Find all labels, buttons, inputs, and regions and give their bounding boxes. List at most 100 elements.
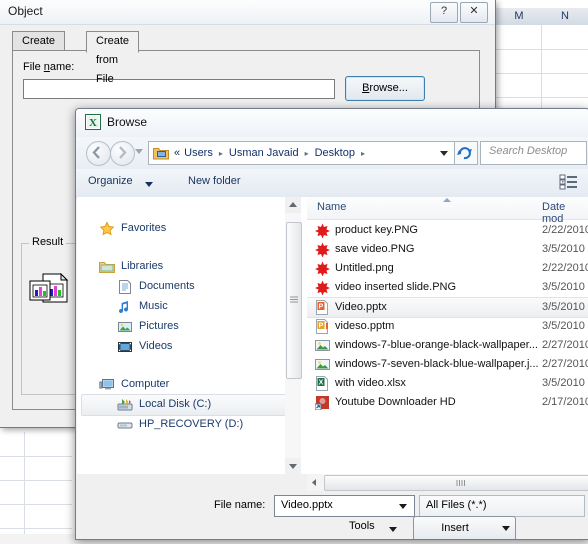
pictures-icon (117, 319, 133, 335)
tools-button[interactable]: Tools (349, 520, 375, 532)
column-header-name[interactable]: Name (317, 201, 346, 213)
pptm-icon: P (315, 319, 330, 334)
sort-ascending-icon (443, 198, 451, 202)
insert-dropdown-button[interactable] (495, 516, 516, 539)
file-name: windows-7-blue-orange-black-wallpaper... (335, 339, 538, 351)
help-button[interactable]: ? (430, 2, 458, 23)
table-row[interactable]: Untitled.png 2/22/2010 (307, 259, 588, 278)
chevron-down-icon[interactable] (145, 182, 153, 187)
file-date: 3/5/2010 (542, 377, 585, 389)
sidebar-item-label: Libraries (121, 260, 164, 272)
refresh-icon[interactable] (455, 141, 478, 165)
file-name: Youtube Downloader HD (335, 396, 456, 408)
excel-gridline (0, 456, 72, 457)
address-breadcrumb-bar[interactable]: « Users ▸ Usman Javaid ▸ Desktop ▸ (148, 141, 455, 165)
search-placeholder: Search Desktop (489, 145, 568, 157)
browse-dialog-titlebar[interactable]: X Browse (76, 109, 588, 137)
video-icon (117, 339, 133, 355)
browse-button[interactable]: Browse... (345, 76, 425, 101)
chevron-down-icon[interactable] (440, 150, 448, 156)
table-row[interactable]: X with video.xlsx 3/5/2010 (307, 374, 588, 393)
image-icon (315, 338, 330, 353)
horizontal-scrollbar-thumb[interactable] (324, 475, 588, 491)
excel-column-header-n[interactable]: N (542, 8, 588, 26)
object-dialog-title: Object (8, 4, 43, 18)
breadcrumb-separator[interactable]: ▸ (357, 149, 369, 158)
close-button[interactable]: ✕ (460, 2, 488, 23)
breadcrumb-users[interactable]: Users (182, 147, 215, 159)
excel-column-header-m[interactable]: M (496, 8, 543, 26)
png-icon (315, 261, 330, 277)
object-dialog-titlebar[interactable]: Object ? ✕ (0, 0, 495, 25)
forward-button[interactable] (110, 141, 135, 166)
chevron-down-icon (502, 526, 510, 531)
drive-icon (117, 417, 133, 433)
insert-button[interactable]: Insert (413, 516, 497, 539)
table-row[interactable]: product key.PNG 2/22/2010 (307, 221, 588, 240)
breadcrumb-usman-javaid[interactable]: Usman Javaid (227, 147, 301, 159)
excel-gridline (496, 97, 588, 98)
file-name: save video.PNG (335, 243, 415, 255)
table-row[interactable]: Youtube Downloader HD 2/17/2010 (307, 393, 588, 412)
sidebar-item-label: Local Disk (C:) (139, 398, 212, 410)
svg-text:X: X (89, 117, 97, 129)
xlsx-icon: X (315, 376, 330, 391)
harddisk-icon (117, 397, 133, 413)
excel-gridline (0, 528, 72, 529)
details-view-icon[interactable] (559, 174, 579, 190)
nav-scrollbar-thumb[interactable] (286, 222, 302, 379)
nav-pane-scrollbar[interactable] (285, 197, 302, 474)
browse-dialog: X Browse « Users ▸ Usman Javaid ▸ Deskto… (75, 108, 588, 540)
music-icon (117, 299, 133, 315)
browse-command-bar: Organize New folder (76, 169, 588, 198)
breadcrumb-separator[interactable]: ▸ (301, 149, 313, 158)
organize-button[interactable]: Organize (88, 175, 133, 187)
tab-create-from-file[interactable]: Create from File (86, 31, 140, 85)
result-preview-icon (29, 272, 73, 312)
file-name: Untitled.png (335, 262, 394, 274)
browse-dialog-footer: File name: Video.pptx All Files (*.*) To… (77, 491, 588, 539)
sidebar-item-label: HP_RECOVERY (D:) (139, 418, 244, 430)
object-file-name-input[interactable] (23, 79, 335, 99)
breadcrumb-separator[interactable]: ▸ (215, 149, 227, 158)
table-row[interactable]: video inserted slide.PNG 3/5/2010 (307, 278, 588, 297)
table-row[interactable]: windows-7-blue-orange-black-wallpaper...… (307, 336, 588, 355)
file-name-input[interactable]: Video.pptx (274, 495, 415, 517)
libraries-icon (99, 259, 115, 275)
file-list-horizontal-scrollbar[interactable] (307, 474, 588, 491)
chevron-down-icon[interactable] (389, 527, 397, 532)
folder-icon (153, 146, 169, 160)
scroll-down-button[interactable] (285, 458, 301, 474)
file-name-label: File name: (214, 499, 266, 511)
sidebar-item-label: Pictures (139, 320, 179, 332)
new-folder-button[interactable]: New folder (188, 175, 241, 187)
table-row[interactable]: windows-7-seven-black-blue-wallpaper.j..… (307, 355, 588, 374)
file-name: videso.pptm (335, 320, 395, 332)
sidebar-item-label: Computer (121, 378, 170, 390)
file-date: 2/27/2010 (542, 358, 588, 370)
back-button[interactable] (86, 141, 111, 166)
search-input[interactable]: Search Desktop (480, 141, 587, 165)
table-row[interactable]: P videso.pptm 3/5/2010 (307, 317, 588, 336)
breadcrumb-desktop[interactable]: Desktop (313, 147, 357, 159)
file-name: Video.pptx (335, 301, 387, 313)
file-name: video inserted slide.PNG (335, 281, 457, 293)
scroll-left-button[interactable] (307, 474, 322, 491)
scroll-up-button[interactable] (285, 197, 301, 213)
file-type-filter-select[interactable]: All Files (*.*) (419, 495, 585, 517)
result-groupbox-label: Result (29, 236, 67, 248)
table-row[interactable]: save video.PNG 3/5/2010 (307, 240, 588, 259)
png-icon (315, 223, 330, 239)
chevron-down-icon[interactable] (399, 504, 407, 509)
svg-text:X: X (319, 380, 324, 387)
file-list-pane: Name Date mod product key.PNG 2/22/2010 … (307, 197, 588, 474)
breadcrumb-overflow[interactable]: « (172, 147, 182, 159)
excel-icon: X (85, 114, 101, 130)
recent-locations-icon[interactable] (135, 149, 143, 154)
png-icon (315, 242, 330, 258)
table-row[interactable]: P Video.pptx 3/5/2010 (307, 297, 588, 318)
file-date: 3/5/2010 (542, 243, 585, 255)
tab-create-new[interactable]: Create New (12, 31, 66, 66)
document-icon (117, 279, 133, 295)
browse-address-bar: « Users ▸ Usman Javaid ▸ Desktop ▸ Searc… (76, 137, 588, 169)
